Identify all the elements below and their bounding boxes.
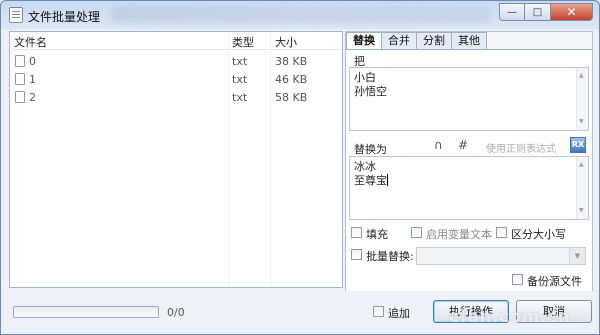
batch-replace-checkbox[interactable] [351, 249, 362, 260]
progress-text: 0/0 [167, 306, 185, 319]
window-controls: — □ ✕ [499, 3, 593, 21]
find-line: 孙悟空 [354, 85, 387, 98]
file-name: 1 [29, 73, 36, 86]
replace-line: 冰冰 [354, 160, 376, 173]
minimize-icon: — [507, 6, 517, 18]
file-type: txt [232, 55, 248, 68]
blurred-title-region [111, 7, 491, 23]
replace-tab-body: 把 小白 孙悟空 替换为 ∩ # 使用正则表达式 RX 冰冰 至尊宝 填充 启用… [346, 49, 592, 291]
file-size: 58 KB [275, 91, 308, 104]
tab-other[interactable]: 其他 [452, 32, 487, 50]
file-list[interactable]: 文件名 类型 大小 0 txt 38 KB 1 txt 46 KB 2 txt … [9, 31, 343, 288]
replace-with-label: 替换为 [354, 143, 387, 156]
regex-tool-icon[interactable]: RX [570, 137, 586, 153]
batch-replace-dropdown[interactable]: ▼ [416, 247, 586, 265]
fill-label: 填充 [366, 228, 388, 241]
tab-split[interactable]: 分割 [417, 32, 452, 50]
hash-icon[interactable]: # [458, 138, 468, 152]
file-size: 38 KB [275, 55, 308, 68]
replace-line: 至尊宝 [354, 174, 387, 187]
file-icon [15, 91, 25, 103]
batch-replace-label: 批量替换: [366, 250, 414, 263]
column-header-type[interactable]: 类型 [232, 34, 254, 50]
text-cursor [387, 174, 388, 186]
case-sensitive-checkbox[interactable] [496, 227, 507, 238]
find-line: 小白 [354, 71, 376, 84]
fill-checkbox[interactable] [351, 227, 362, 238]
replace-line-with-cursor: 至尊宝 [354, 174, 584, 188]
variable-text-label: 启用变量文本 [426, 228, 492, 241]
file-type: txt [232, 91, 248, 104]
close-button[interactable]: ✕ [551, 3, 593, 21]
file-size: 46 KB [275, 73, 308, 86]
append-label: 追加 [388, 307, 410, 320]
file-icon [15, 55, 25, 67]
append-checkbox[interactable] [373, 306, 384, 317]
file-icon [15, 73, 25, 85]
operation-panel: 替换 合并 分割 其他 把 小白 孙悟空 替换为 ∩ # 使用正则表达式 RX … [345, 31, 593, 291]
use-regex-link[interactable]: 使用正则表达式 [486, 140, 556, 155]
backup-label: 备份源文件 [527, 275, 582, 288]
file-list-header: 文件名 类型 大小 [10, 32, 342, 50]
file-name: 2 [29, 91, 36, 104]
backup-checkbox[interactable] [512, 274, 523, 285]
variable-text-checkbox[interactable] [411, 227, 422, 238]
watermark: cfan.com.cn [449, 307, 571, 327]
maximize-icon: □ [532, 6, 543, 18]
find-scrollbar[interactable] [576, 68, 588, 130]
title-bar: 文件批量处理 — □ ✕ [1, 1, 599, 29]
chevron-down-icon[interactable]: ▼ [569, 248, 585, 264]
find-textarea[interactable]: 小白 孙悟空 [349, 67, 589, 131]
tab-merge[interactable]: 合并 [382, 32, 417, 50]
table-row[interactable]: 2 txt 58 KB [10, 88, 342, 106]
progress-bar [13, 306, 159, 318]
maximize-button[interactable]: □ [525, 3, 551, 21]
close-icon: ✕ [566, 5, 577, 19]
magnet-icon[interactable]: ∩ [434, 138, 443, 152]
column-header-name[interactable]: 文件名 [14, 34, 47, 50]
column-header-size[interactable]: 大小 [275, 34, 297, 50]
file-name: 0 [29, 55, 36, 68]
table-row[interactable]: 0 txt 38 KB [10, 52, 342, 70]
replace-textarea[interactable]: 冰冰 至尊宝 [349, 156, 589, 220]
document-icon [9, 7, 23, 23]
tab-strip: 替换 合并 分割 其他 [346, 32, 487, 50]
tab-replace[interactable]: 替换 [346, 32, 382, 50]
window-title: 文件批量处理 [28, 10, 101, 24]
case-sensitive-label: 区分大小写 [511, 228, 566, 241]
file-type: txt [232, 73, 248, 86]
batch-file-window: 文件批量处理 — □ ✕ 文件名 类型 大小 0 txt 38 KB 1 txt… [0, 0, 600, 335]
minimize-button[interactable]: — [499, 3, 525, 21]
table-row[interactable]: 1 txt 46 KB [10, 70, 342, 88]
replace-scrollbar[interactable] [576, 157, 588, 219]
